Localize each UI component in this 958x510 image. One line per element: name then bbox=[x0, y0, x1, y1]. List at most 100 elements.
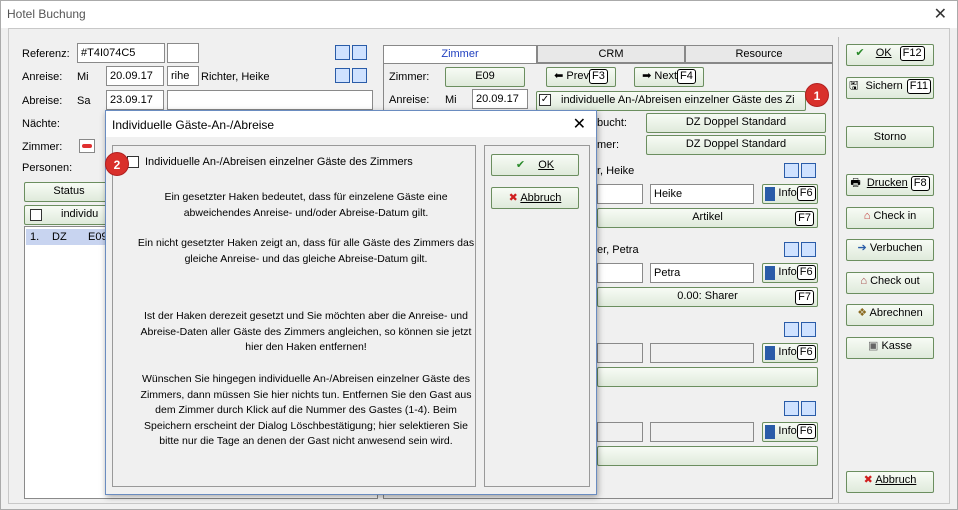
minus-icon bbox=[82, 144, 92, 148]
close-icon[interactable]: ✕ bbox=[934, 4, 947, 24]
individual-checkbox[interactable] bbox=[30, 209, 42, 221]
dialog-ok-label: OK bbox=[538, 159, 555, 171]
search-icon[interactable] bbox=[801, 242, 816, 257]
cross-icon: ✖ bbox=[863, 474, 873, 486]
list-item-num: 1. bbox=[30, 231, 40, 243]
abrechnen-label: Abrechnen bbox=[869, 307, 923, 319]
room-zimmer-label: Zimmer: bbox=[389, 71, 430, 83]
room-anreise-date-field[interactable]: 20.09.17 bbox=[472, 89, 528, 109]
verbuchen-button[interactable]: ➔ Verbuchen bbox=[846, 239, 934, 261]
guest4-lastname-field[interactable] bbox=[597, 422, 643, 442]
artikel-key: F7 bbox=[795, 211, 814, 226]
sharer-label: 0.00: Sharer bbox=[677, 290, 738, 302]
list-item-type: DZ bbox=[52, 231, 67, 243]
info-icon bbox=[765, 187, 775, 201]
remove-room-button[interactable] bbox=[79, 139, 95, 153]
artikel-button[interactable]: Artikel F7 bbox=[597, 208, 818, 228]
drucken-label: Drucken bbox=[866, 177, 908, 189]
room-number-button[interactable]: E09 bbox=[445, 67, 525, 87]
sichern-key: F11 bbox=[906, 79, 931, 94]
abrechnen-button[interactable]: ❖ Abrechnen bbox=[846, 304, 934, 326]
title-bar: Hotel Buchung ✕ bbox=[1, 1, 957, 28]
referenz-field[interactable]: #T4I074C5 bbox=[77, 43, 165, 63]
dialog-paragraph-2: Ein nicht gesetzter Haken zeigt an, dass… bbox=[137, 237, 475, 265]
anreise-label: Anreise: bbox=[22, 71, 63, 83]
prev-button[interactable]: ⬅ Prev F3 bbox=[546, 67, 616, 87]
guest2-firstname-field[interactable]: Petra bbox=[650, 263, 754, 283]
next-button[interactable]: ➡ Next F4 bbox=[634, 67, 704, 87]
calendar-icon[interactable] bbox=[784, 242, 799, 257]
anreise-extra-field[interactable]: rihe bbox=[167, 66, 199, 86]
info-label: Info bbox=[778, 187, 797, 199]
dialog-abbruch-label: Abbruch bbox=[520, 192, 562, 204]
zimmer-category-button[interactable]: DZ Doppel Standard bbox=[646, 135, 826, 155]
search-icon[interactable] bbox=[801, 163, 816, 178]
guest2-lastname-field[interactable] bbox=[597, 263, 643, 283]
checkin-button[interactable]: ⌂ Check in bbox=[846, 207, 934, 229]
status-button[interactable]: Status bbox=[24, 182, 114, 202]
info-key: F6 bbox=[796, 265, 816, 280]
list-item[interactable]: 1. DZ E09 bbox=[26, 229, 116, 245]
kasse-button[interactable]: ▣ Kasse bbox=[846, 337, 934, 359]
calendar-icon[interactable] bbox=[335, 68, 350, 83]
dialog-abbruch-button[interactable]: ✖ Abbruch bbox=[491, 187, 579, 209]
tab-zimmer[interactable]: Zimmer bbox=[383, 45, 537, 65]
search-icon[interactable] bbox=[801, 401, 816, 416]
individual-arrival-checkbox[interactable]: ✓ bbox=[539, 94, 551, 106]
arrow-left-icon: ⬅ bbox=[554, 70, 564, 82]
dialog-ok-button[interactable]: ✔ OK bbox=[491, 154, 579, 176]
guest3-firstname-field[interactable] bbox=[650, 343, 754, 363]
storno-button[interactable]: Storno bbox=[846, 126, 934, 148]
referenz-extra-field[interactable] bbox=[167, 43, 199, 63]
printer-icon: 🖶 bbox=[850, 177, 861, 189]
next-key: F4 bbox=[677, 69, 696, 84]
search-icon[interactable] bbox=[801, 322, 816, 337]
abbruch-button[interactable]: ✖ Abbruch bbox=[846, 471, 934, 493]
gebucht-category-button[interactable]: DZ Doppel Standard bbox=[646, 113, 826, 133]
cash-register-icon: ▣ bbox=[867, 340, 879, 352]
dialog-paragraph-3: Ist der Haken derezeit gesetzt und Sie m… bbox=[140, 310, 472, 353]
abbruch-label: Abbruch bbox=[875, 474, 917, 486]
anreise-date-field[interactable]: 20.09.17 bbox=[106, 66, 164, 86]
info-label: Info bbox=[778, 346, 797, 358]
verbuchen-label: Verbuchen bbox=[869, 242, 923, 254]
calendar-icon[interactable] bbox=[784, 322, 799, 337]
zimmer-label: Zimmer: bbox=[22, 141, 63, 153]
guest1-lastname-field[interactable] bbox=[597, 184, 643, 204]
guest3-artikel-button[interactable] bbox=[597, 367, 818, 387]
ok-label: OK bbox=[875, 47, 892, 59]
ok-key: F12 bbox=[899, 46, 925, 61]
calendar-icon[interactable] bbox=[335, 45, 350, 60]
drucken-button[interactable]: 🖶 Drucken F8 bbox=[846, 174, 934, 196]
dialog-paragraph-4: Wünschen Sie hingegen individuelle An-/A… bbox=[140, 373, 472, 447]
abreise-notes-field[interactable] bbox=[167, 90, 373, 110]
sharer-button[interactable]: 0.00: Sharer F7 bbox=[597, 287, 818, 307]
room-anreise-label: Anreise: bbox=[389, 94, 430, 106]
calendar-icon[interactable] bbox=[784, 401, 799, 416]
search-icon[interactable] bbox=[352, 45, 367, 60]
dialog-close-icon[interactable]: ✕ bbox=[573, 114, 586, 134]
naechte-label: Nächte: bbox=[22, 118, 60, 130]
zimmer-category-label: mer: bbox=[597, 139, 619, 151]
next-label: Next bbox=[654, 70, 678, 82]
guest4-artikel-button[interactable] bbox=[597, 446, 818, 466]
floppy-icon: 🖫 bbox=[849, 80, 859, 92]
window-title: Hotel Buchung bbox=[7, 7, 86, 21]
individual-arrival-toggle[interactable]: individuelle An-/Abreisen einzelner Gäst… bbox=[536, 91, 806, 111]
search-icon[interactable] bbox=[352, 68, 367, 83]
calendar-icon[interactable] bbox=[784, 163, 799, 178]
guest-name: Richter, Heike bbox=[201, 71, 270, 83]
arrow-right-icon: ➔ bbox=[857, 242, 867, 254]
ok-button[interactable]: ✔ OK F12 bbox=[846, 44, 934, 66]
guest4-firstname-field[interactable] bbox=[650, 422, 754, 442]
abreise-date-field[interactable]: 23.09.17 bbox=[106, 90, 164, 110]
prev-key: F3 bbox=[589, 69, 608, 84]
guest1-firstname-field[interactable]: Heike bbox=[650, 184, 754, 204]
sichern-button[interactable]: 🖫 Sichern F11 bbox=[846, 77, 934, 99]
abreise-label: Abreise: bbox=[22, 95, 63, 107]
guest3-lastname-field[interactable] bbox=[597, 343, 643, 363]
dialog-title: Individuelle Gäste-An-/Abreise bbox=[112, 118, 275, 132]
tab-resource[interactable]: Resource bbox=[685, 45, 833, 63]
tab-crm[interactable]: CRM bbox=[537, 45, 685, 63]
checkout-button[interactable]: ⌂ Check out bbox=[846, 272, 934, 294]
